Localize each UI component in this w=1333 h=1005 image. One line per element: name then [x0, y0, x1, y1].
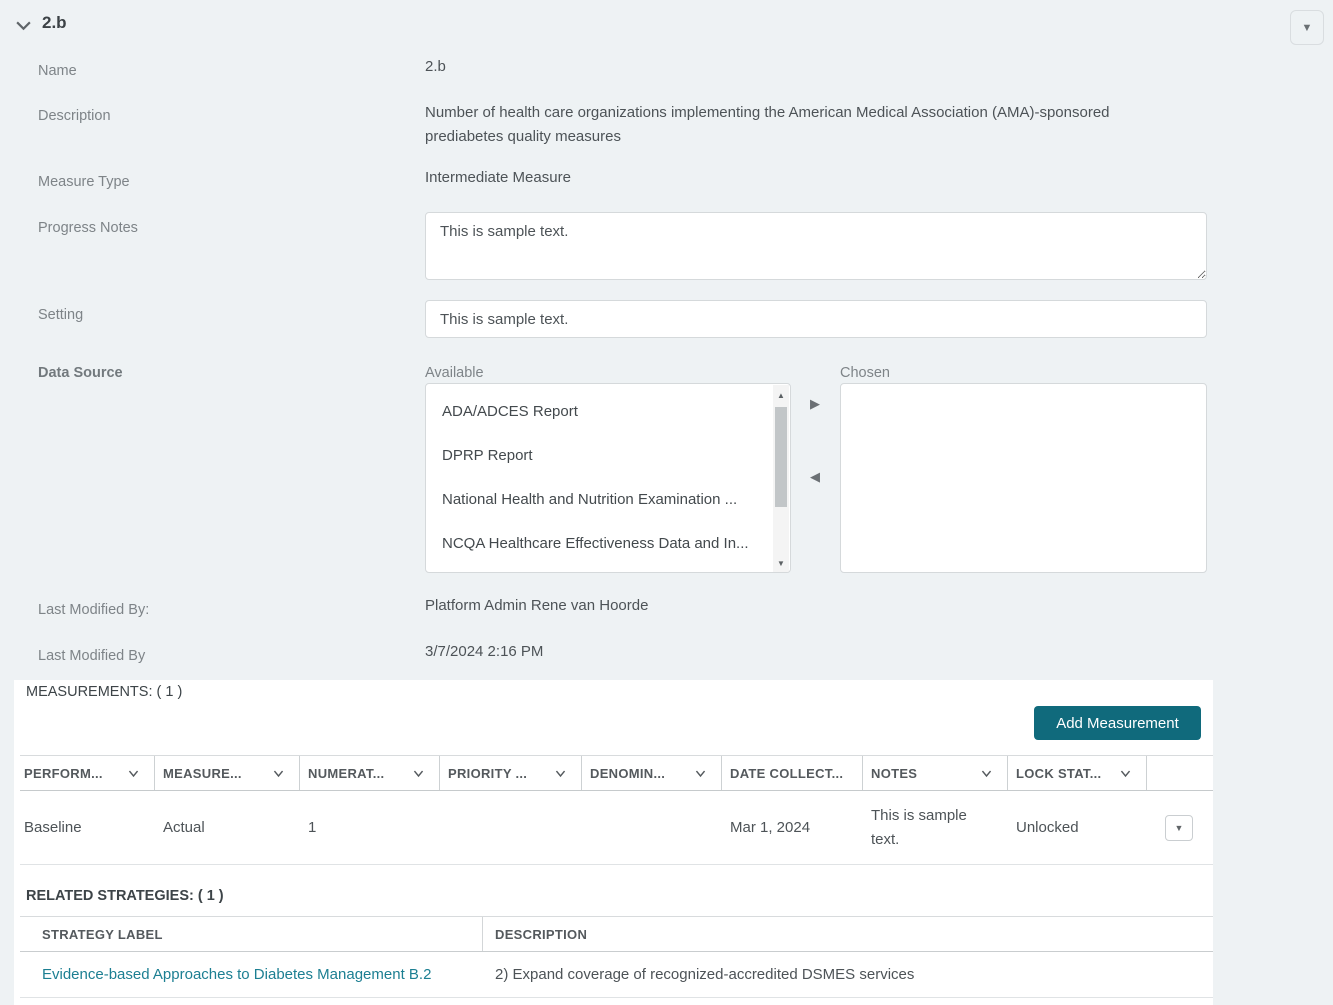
performance-cell: Baseline [24, 819, 82, 836]
column-header-measure[interactable]: MEASURE... [155, 756, 300, 790]
row-menu-button[interactable]: ▼ [1165, 814, 1193, 841]
data-source-label: Data Source [38, 365, 123, 381]
available-list-scrollbar[interactable]: ▲ ▼ [773, 385, 789, 572]
strategy-row: Evidence-based Approaches to Diabetes Ma… [20, 952, 1213, 998]
measure-type-label: Measure Type [38, 174, 130, 190]
last-modified-by-label: Last Modified By: [38, 602, 150, 618]
measurements-table: PERFORM... MEASURE... NUMERAT... PRIORIT… [20, 755, 1213, 865]
chevron-down-icon[interactable] [554, 767, 567, 780]
related-strategies-table-header: STRATEGY LABEL DESCRIPTION [20, 916, 1213, 952]
chevron-down-icon[interactable] [272, 767, 285, 780]
column-header-date-collected[interactable]: DATE COLLECT... [722, 756, 863, 790]
measurements-heading: MEASUREMENTS: ( 1 ) [26, 684, 183, 700]
row-actions-cell: ▼ [1147, 791, 1213, 864]
available-option[interactable]: National Health and Nutrition Examinatio… [426, 478, 766, 522]
caret-down-icon: ▼ [1301, 21, 1313, 34]
available-option[interactable]: NCQA Healthcare Effectiveness Data and I… [426, 522, 766, 566]
strategy-description: 2) Expand coverage of recognized-accredi… [495, 966, 915, 983]
last-modified-by-value: Platform Admin Rene van Hoorde [425, 597, 649, 614]
caret-down-icon: ▼ [1174, 822, 1184, 833]
chevron-down-icon[interactable] [694, 767, 707, 780]
column-header-strategy-label: STRATEGY LABEL [20, 917, 483, 951]
denominator-cell [582, 791, 722, 864]
measurement-row: Baseline Actual 1 Mar 1, 2024 This is sa… [20, 791, 1213, 865]
notes-cell: This is sample text. [871, 806, 967, 848]
measure-detail-page: 2.b ▼ Name Description Measure Type Prog… [0, 0, 1333, 1005]
setting-label: Setting [38, 307, 84, 323]
column-header-performance[interactable]: PERFORM... [20, 756, 155, 790]
chevron-down-icon[interactable] [1119, 767, 1132, 780]
section-collapse-chevron-icon[interactable] [15, 17, 32, 34]
name-label: Name [38, 63, 77, 79]
measurements-panel: MEASUREMENTS: ( 1 ) Add Measurement PERF… [14, 680, 1213, 1005]
related-strategies-table: STRATEGY LABEL DESCRIPTION Evidence-base… [20, 916, 1213, 998]
related-strategies-heading: RELATED STRATEGIES: ( 1 ) [26, 888, 224, 904]
column-header-notes[interactable]: NOTES [863, 756, 1008, 790]
chosen-list-label: Chosen [840, 365, 890, 381]
chevron-down-icon[interactable] [127, 767, 140, 780]
measure-type-value: Intermediate Measure [425, 169, 571, 186]
column-header-priority[interactable]: PRIORITY ... [440, 756, 582, 790]
available-option[interactable]: ADA/ADCES Report [426, 390, 766, 434]
scrollbar-thumb[interactable] [775, 407, 787, 507]
available-list-label: Available [425, 365, 484, 381]
scroll-up-icon[interactable]: ▲ [773, 387, 789, 403]
priority-cell [440, 791, 582, 864]
section-menu-button[interactable]: ▼ [1290, 10, 1324, 45]
scroll-down-icon[interactable]: ▼ [773, 555, 789, 571]
chevron-down-icon[interactable] [412, 767, 425, 780]
available-listbox: ADA/ADCES Report DPRP Report National He… [425, 383, 791, 573]
date-collected-cell: Mar 1, 2024 [730, 819, 811, 836]
name-value: 2.b [425, 58, 446, 75]
column-header-numerator[interactable]: NUMERAT... [300, 756, 440, 790]
page-title: 2.b [42, 13, 67, 32]
last-modified-date-label: Last Modified By [38, 648, 146, 664]
measure-cell: Actual [163, 819, 205, 836]
column-header-description: DESCRIPTION [495, 926, 588, 942]
add-measurement-button[interactable]: Add Measurement [1034, 706, 1201, 740]
column-header-lock-status[interactable]: LOCK STAT... [1008, 756, 1147, 790]
move-right-icon[interactable]: ▶ [810, 397, 820, 410]
description-value: Number of health care organizations impl… [425, 104, 1110, 145]
strategy-link[interactable]: Evidence-based Approaches to Diabetes Ma… [42, 966, 431, 983]
move-left-icon[interactable]: ◀ [810, 470, 820, 483]
last-modified-date-value: 3/7/2024 2:16 PM [425, 643, 544, 660]
available-option[interactable]: DPRP Report [426, 434, 766, 478]
column-header-denominator[interactable]: DENOMIN... [582, 756, 722, 790]
column-header-actions [1147, 756, 1213, 790]
setting-input[interactable] [425, 300, 1207, 338]
chosen-listbox[interactable] [840, 383, 1207, 573]
progress-notes-textarea[interactable]: This is sample text. [425, 212, 1207, 280]
progress-notes-label: Progress Notes [38, 220, 138, 236]
lock-status-cell: Unlocked [1016, 819, 1079, 836]
chevron-down-icon[interactable] [980, 767, 993, 780]
description-label: Description [38, 108, 111, 124]
numerator-cell: 1 [308, 819, 317, 836]
measurements-table-header: PERFORM... MEASURE... NUMERAT... PRIORIT… [20, 755, 1213, 791]
